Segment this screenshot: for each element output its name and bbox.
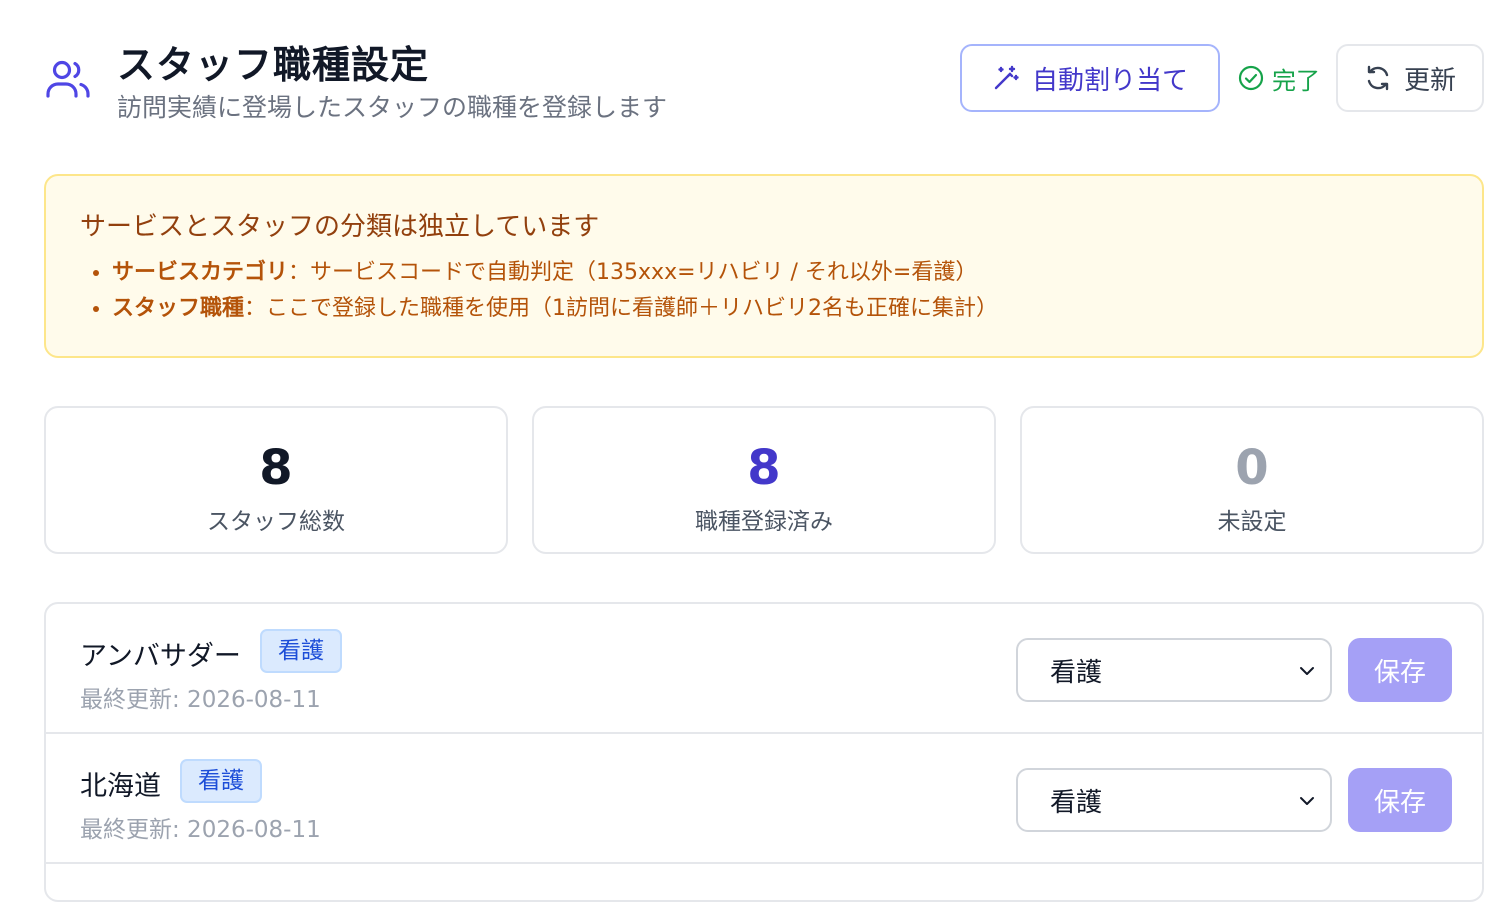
auto-assign-button[interactable]: 自動割り当て xyxy=(960,44,1220,112)
page-title: スタッフ職種設定 xyxy=(117,43,430,87)
stat-label: 未設定 xyxy=(1217,509,1287,535)
stat-value: 8 xyxy=(747,440,781,496)
stat-card-total-staff: 8 スタッフ総数 xyxy=(44,406,508,554)
info-term: スタッフ職種 xyxy=(112,296,245,321)
info-separator: ： xyxy=(244,296,267,321)
info-desc: ここで登録した職種を使用（1訪問に看護師＋リハビリ2名も正確に集計） xyxy=(266,296,999,321)
magic-wand-icon xyxy=(994,65,1019,90)
stat-label: 職種登録済み xyxy=(695,509,833,535)
refresh-label: 更新 xyxy=(1403,64,1456,95)
info-separator: ： xyxy=(288,260,311,285)
staff-row: 北海道 看護 最終更新: 2026-08-11 看護 保存 xyxy=(46,734,1482,864)
stat-value: 0 xyxy=(1235,440,1269,496)
page-header: スタッフ職種設定 訪問実績に登場したスタッフの職種を登録します 自動割り当て 完… xyxy=(44,30,1484,122)
save-button[interactable]: 保存 xyxy=(1348,768,1452,832)
stat-card-unset: 0 未設定 xyxy=(1020,406,1484,554)
chevron-down-icon xyxy=(1300,797,1314,805)
stat-value: 8 xyxy=(259,440,293,496)
info-list: サービスカテゴリ：サービスコードで自動判定（135xxx=リハビリ / それ以外… xyxy=(80,255,1448,327)
last-updated: 最終更新: 2026-08-11 xyxy=(80,817,321,843)
info-title: サービスとスタッフの分類は独立しています xyxy=(80,212,600,242)
refresh-button[interactable]: 更新 xyxy=(1336,44,1484,112)
info-item: スタッフ職種：ここで登録した職種を使用（1訪問に看護師＋リハビリ2名も正確に集計… xyxy=(112,291,1448,327)
page-subtitle: 訪問実績に登場したスタッフの職種を登録します xyxy=(117,93,668,122)
stat-card-registered: 8 職種登録済み xyxy=(532,406,996,554)
save-button[interactable]: 保存 xyxy=(1348,638,1452,702)
info-item: サービスカテゴリ：サービスコードで自動判定（135xxx=リハビリ / それ以外… xyxy=(112,255,1448,291)
stat-label: スタッフ総数 xyxy=(207,509,345,535)
last-updated: 最終更新: 2026-08-11 xyxy=(80,687,321,713)
role-select-value: 看護 xyxy=(1050,657,1103,688)
status-text: 完了 xyxy=(1272,66,1320,95)
role-select[interactable]: 看護 xyxy=(1016,768,1332,832)
status-indicator: 完了 xyxy=(1238,60,1320,96)
chevron-down-icon xyxy=(1300,667,1314,675)
refresh-icon xyxy=(1367,65,1389,91)
role-select[interactable]: 看護 xyxy=(1016,638,1332,702)
staff-row: アンバサダー 看護 最終更新: 2026-08-11 看護 保存 xyxy=(46,604,1482,734)
staff-list: アンバサダー 看護 最終更新: 2026-08-11 看護 保存 北海道 看護 … xyxy=(44,602,1484,902)
users-icon xyxy=(46,60,90,98)
role-badge: 看護 xyxy=(260,629,342,673)
auto-assign-label: 自動割り当て xyxy=(1031,64,1188,95)
info-desc: サービスコードで自動判定（135xxx=リハビリ / それ以外=看護） xyxy=(310,260,978,285)
role-badge: 看護 xyxy=(180,759,262,803)
info-term: サービスカテゴリ xyxy=(112,260,289,285)
role-select-value: 看護 xyxy=(1050,787,1103,818)
staff-name: 北海道 xyxy=(80,771,161,802)
info-notice: サービスとスタッフの分類は独立しています サービスカテゴリ：サービスコードで自動… xyxy=(44,174,1484,358)
staff-name: アンバサダー xyxy=(80,641,241,672)
check-circle-icon xyxy=(1238,65,1264,91)
